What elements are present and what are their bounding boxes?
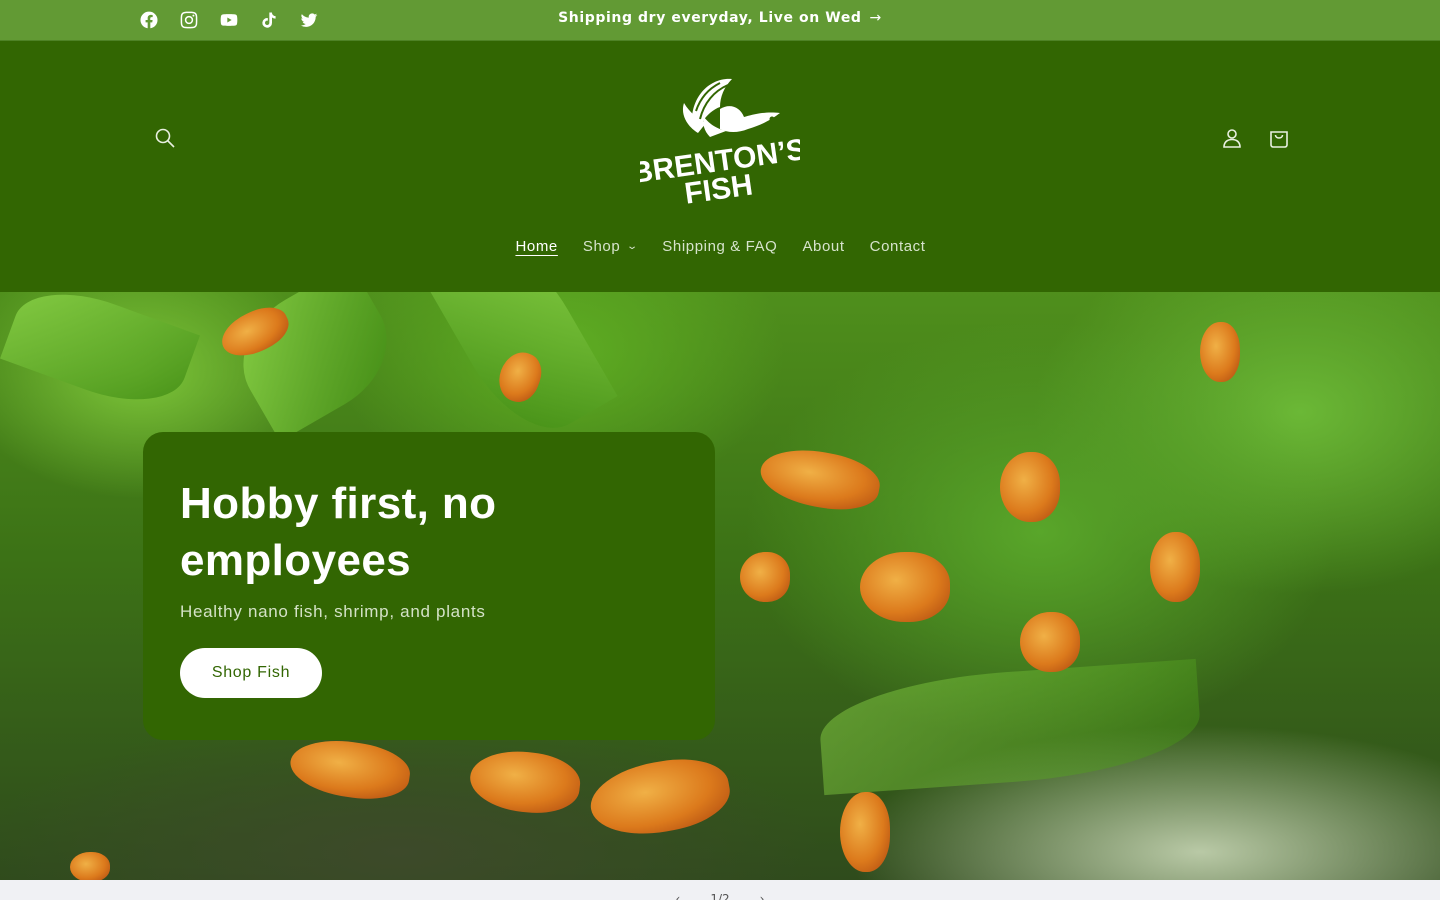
search-icon[interactable] xyxy=(149,122,181,154)
decor-leaf xyxy=(0,292,200,421)
decor-fish xyxy=(1200,322,1240,382)
next-slide-icon[interactable]: › xyxy=(760,892,765,900)
previous-slide-icon[interactable]: ‹ xyxy=(676,892,681,900)
decor-fish xyxy=(840,792,890,872)
announcement-bar: Shipping dry everyday, Live on Wed → xyxy=(0,0,1440,41)
announcement-link[interactable]: Shipping dry everyday, Live on Wed → xyxy=(0,10,1440,26)
nav-item-label: Contact xyxy=(869,238,926,255)
decor-fish xyxy=(756,441,884,518)
decor-fish xyxy=(1000,452,1060,522)
decor-fish xyxy=(467,746,583,818)
arrow-right-icon: → xyxy=(869,10,882,26)
decor-fish xyxy=(740,552,790,602)
nav-item-contact[interactable]: Contact xyxy=(857,238,938,255)
nav-item-label: Shipping & FAQ xyxy=(662,238,778,255)
decor-fish xyxy=(584,750,736,844)
nav-item-label: Home xyxy=(515,238,558,255)
hero-banner: Hobby first, no employees Healthy nano f… xyxy=(0,292,1440,880)
main-nav: Home Shop ⌄ Shipping & FAQ About Contact xyxy=(0,238,1440,255)
nav-item-label: Shop xyxy=(582,238,621,255)
announcement-text: Shipping dry everyday, Live on Wed xyxy=(558,10,862,26)
nav-item-shop[interactable]: Shop ⌄ xyxy=(570,238,649,255)
decor-fish xyxy=(1020,612,1080,672)
nav-item-label: About xyxy=(802,238,845,255)
cart-icon[interactable] xyxy=(1263,122,1295,154)
site-header: BRENTON’S FISH Home Shop ⌄ Shipping & FAQ… xyxy=(0,41,1440,292)
decor-fish xyxy=(860,552,950,622)
nav-item-home[interactable]: Home xyxy=(502,238,569,255)
decor-leaf xyxy=(816,658,1204,796)
hero-content-card: Hobby first, no employees Healthy nano f… xyxy=(143,432,715,740)
decor-fish xyxy=(70,852,110,880)
hero-title: Hobby first, no employees xyxy=(180,479,497,585)
nav-item-shipping-faq[interactable]: Shipping & FAQ xyxy=(649,238,789,255)
slide-counter: 1/2 xyxy=(710,892,730,900)
decor-fish xyxy=(286,733,414,806)
account-icon[interactable] xyxy=(1216,122,1248,154)
nav-item-about[interactable]: About xyxy=(789,238,856,255)
brand-logo[interactable]: BRENTON’S FISH xyxy=(629,67,808,212)
chevron-down-icon: ⌄ xyxy=(626,241,640,252)
hero-subtitle: Healthy nano fish, shrimp, and plants xyxy=(180,602,486,621)
decor-fish xyxy=(1150,532,1200,602)
shop-fish-button[interactable]: Shop Fish xyxy=(180,648,322,698)
slideshow-controls: ‹ 1/2 › xyxy=(0,880,1440,900)
